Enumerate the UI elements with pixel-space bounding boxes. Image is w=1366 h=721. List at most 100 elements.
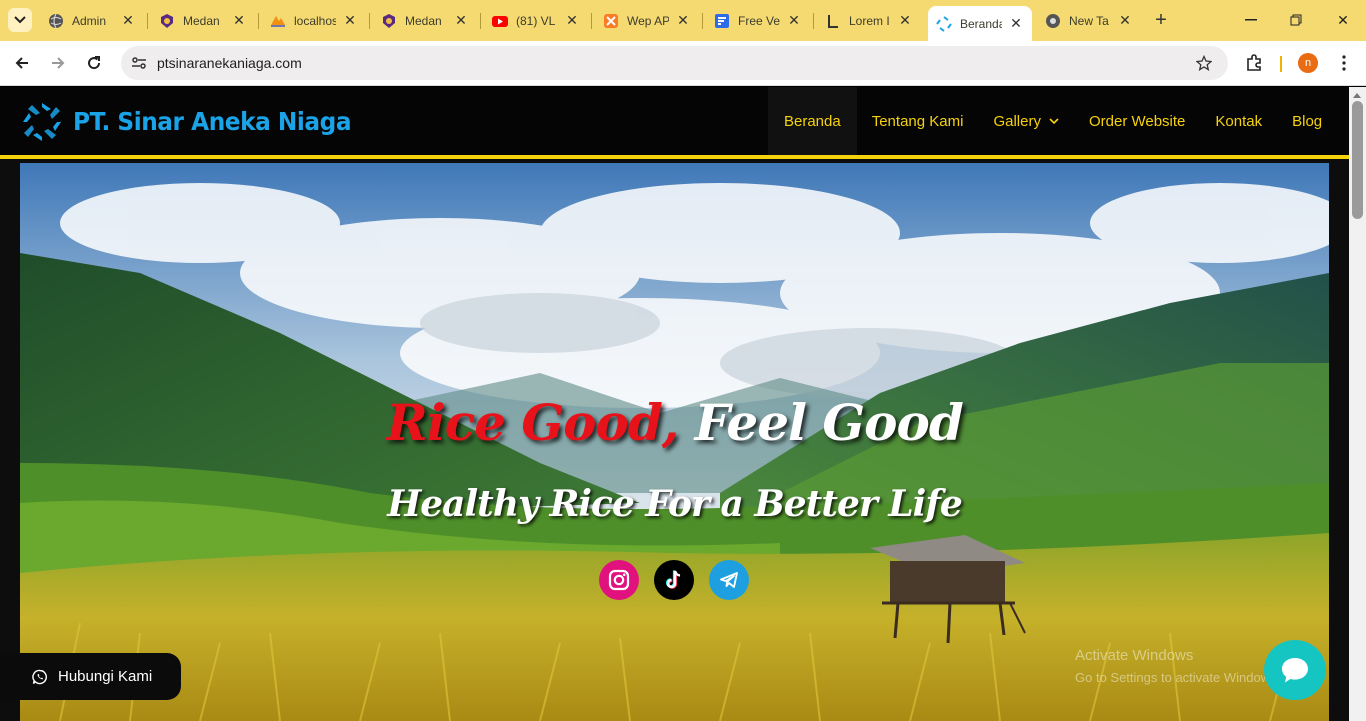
tab-title: Medan bbox=[405, 13, 442, 28]
toolbar-divider bbox=[1280, 56, 1282, 72]
address-bar[interactable]: ptsinaranekaniaga.com bbox=[121, 46, 1228, 80]
tab-title: Medan bbox=[183, 13, 220, 28]
close-icon[interactable]: ✕ bbox=[120, 12, 136, 29]
chevron-down-icon bbox=[1049, 118, 1059, 124]
page-scrollbar[interactable] bbox=[1349, 87, 1366, 721]
windows-activation-watermark: Activate Windows Go to Settings to activ… bbox=[1075, 645, 1280, 689]
hero-headline: Rice Good, Feel Good bbox=[20, 393, 1329, 452]
tiktok-icon[interactable] bbox=[654, 560, 694, 600]
extensions-icon[interactable] bbox=[1242, 51, 1266, 75]
tab-title: Lorem I bbox=[849, 13, 890, 28]
new-tab-button[interactable]: + bbox=[1151, 9, 1171, 31]
social-links bbox=[599, 560, 749, 600]
tab-title: New Ta bbox=[1069, 13, 1109, 28]
instagram-icon[interactable] bbox=[599, 560, 639, 600]
page-viewport: PT. Sinar Aneka Niaga Beranda Tentang Ka… bbox=[0, 87, 1349, 721]
nav-label: Gallery bbox=[993, 112, 1041, 130]
close-icon[interactable]: ✕ bbox=[564, 12, 580, 29]
browser-tab[interactable]: Medan ✕ bbox=[151, 6, 255, 35]
back-icon[interactable] bbox=[10, 51, 34, 75]
telegram-icon[interactable] bbox=[709, 560, 749, 600]
minimize-icon[interactable] bbox=[1239, 8, 1263, 32]
close-icon[interactable]: ✕ bbox=[342, 12, 358, 29]
nav-item-blog[interactable]: Blog bbox=[1277, 87, 1337, 155]
nav-label: Order Website bbox=[1088, 112, 1186, 130]
tab-separator bbox=[369, 13, 370, 29]
site-info-icon[interactable] bbox=[129, 53, 149, 73]
hero-subheadline: Healthy Rice For a Better Life bbox=[387, 483, 962, 525]
xampp-icon bbox=[603, 13, 619, 29]
live-chat-button[interactable] bbox=[1264, 640, 1326, 700]
chrome-icon bbox=[1045, 13, 1061, 29]
browser-tab[interactable]: Lorem I ✕ bbox=[817, 6, 921, 35]
profile-initial: n bbox=[1298, 53, 1318, 73]
reload-icon[interactable] bbox=[82, 51, 106, 75]
nav-item-beranda[interactable]: Beranda bbox=[768, 87, 857, 155]
forward-icon[interactable] bbox=[46, 51, 70, 75]
tab-title: Wep AP bbox=[627, 13, 669, 28]
nav-label: Tentang Kami bbox=[871, 112, 964, 130]
nav-item-kontak[interactable]: Kontak bbox=[1200, 87, 1277, 155]
restore-icon[interactable] bbox=[1284, 8, 1308, 32]
globe-icon bbox=[48, 13, 64, 29]
chat-icon bbox=[1282, 658, 1308, 683]
tab-separator bbox=[813, 13, 814, 29]
browser-tab[interactable]: Medan ✕ bbox=[373, 6, 477, 35]
browser-tab[interactable]: localhost ✕ bbox=[262, 6, 366, 35]
lorem-icon bbox=[825, 13, 841, 29]
tab-separator bbox=[258, 13, 259, 29]
site-header: PT. Sinar Aneka Niaga Beranda Tentang Ka… bbox=[0, 87, 1349, 159]
medan-logo-icon bbox=[159, 13, 175, 29]
close-icon[interactable]: ✕ bbox=[231, 12, 247, 29]
url-text: ptsinaranekaniaga.com bbox=[157, 55, 302, 71]
tab-title: Admin bbox=[72, 13, 107, 28]
youtube-icon bbox=[492, 13, 508, 29]
tab-search-button[interactable] bbox=[8, 8, 32, 32]
nav-label: Blog bbox=[1292, 112, 1323, 130]
hubungi-kami-button[interactable]: Hubungi Kami bbox=[0, 653, 181, 700]
close-icon[interactable]: ✕ bbox=[675, 12, 691, 29]
chevron-down-icon bbox=[14, 16, 26, 24]
tab-separator bbox=[702, 13, 703, 29]
close-icon[interactable]: ✕ bbox=[897, 12, 913, 29]
scroll-up-arrow-icon[interactable] bbox=[1353, 93, 1361, 98]
browser-tab[interactable]: New Ta ✕ bbox=[1037, 6, 1141, 35]
close-icon[interactable]: ✕ bbox=[453, 12, 469, 29]
nav-item-order-website[interactable]: Order Website bbox=[1074, 87, 1200, 155]
tab-title: (81) VL bbox=[516, 13, 556, 28]
tab-title: Free Ve bbox=[738, 13, 780, 28]
tab-separator bbox=[147, 13, 148, 29]
browser-tabstrip: Admin ✕ Medan ✕ localhost ✕ Medan ✕ (81)… bbox=[0, 0, 1366, 41]
browser-toolbar: ptsinaranekaniaga.com n bbox=[0, 41, 1366, 86]
site-logo-icon[interactable] bbox=[20, 101, 64, 143]
browser-tab[interactable]: Admin ✕ bbox=[40, 6, 144, 35]
headline-red-text: Rice Good, bbox=[386, 393, 679, 452]
close-icon[interactable]: ✕ bbox=[1008, 15, 1024, 32]
browser-tab-active[interactable]: Beranda ✕ bbox=[928, 6, 1032, 41]
scrollbar-thumb[interactable] bbox=[1352, 101, 1363, 219]
nav-label: Kontak bbox=[1215, 112, 1263, 130]
nav-item-gallery[interactable]: Gallery bbox=[978, 87, 1074, 155]
more-menu-icon[interactable] bbox=[1332, 51, 1356, 75]
browser-tab[interactable]: (81) VL ✕ bbox=[484, 6, 588, 35]
watermark-line2: Go to Settings to activate Windows. bbox=[1075, 670, 1281, 685]
browser-tab[interactable]: Wep AP ✕ bbox=[595, 6, 699, 35]
forms-icon bbox=[714, 13, 730, 29]
site-logo-icon bbox=[936, 15, 952, 32]
watermark-line1: Activate Windows bbox=[1075, 647, 1194, 664]
whatsapp-icon bbox=[32, 669, 48, 685]
phpmyadmin-icon bbox=[270, 13, 286, 29]
nav-item-tentang-kami[interactable]: Tentang Kami bbox=[857, 87, 979, 155]
close-icon[interactable]: ✕ bbox=[1117, 12, 1133, 29]
profile-avatar[interactable]: n bbox=[1296, 51, 1320, 75]
tab-title: localhost bbox=[294, 13, 336, 28]
main-nav: Beranda Tentang Kami Gallery Order Websi… bbox=[768, 87, 1337, 155]
tab-separator bbox=[480, 13, 481, 29]
close-icon[interactable]: ✕ bbox=[786, 12, 802, 29]
browser-tab[interactable]: Free Ve ✕ bbox=[706, 6, 810, 35]
contact-button-label: Hubungi Kami bbox=[58, 668, 153, 685]
medan-logo-icon bbox=[381, 13, 397, 29]
site-brand[interactable]: PT. Sinar Aneka Niaga bbox=[73, 107, 352, 136]
bookmark-star-icon[interactable] bbox=[1194, 53, 1214, 73]
close-window-icon[interactable]: ✕ bbox=[1331, 8, 1355, 32]
